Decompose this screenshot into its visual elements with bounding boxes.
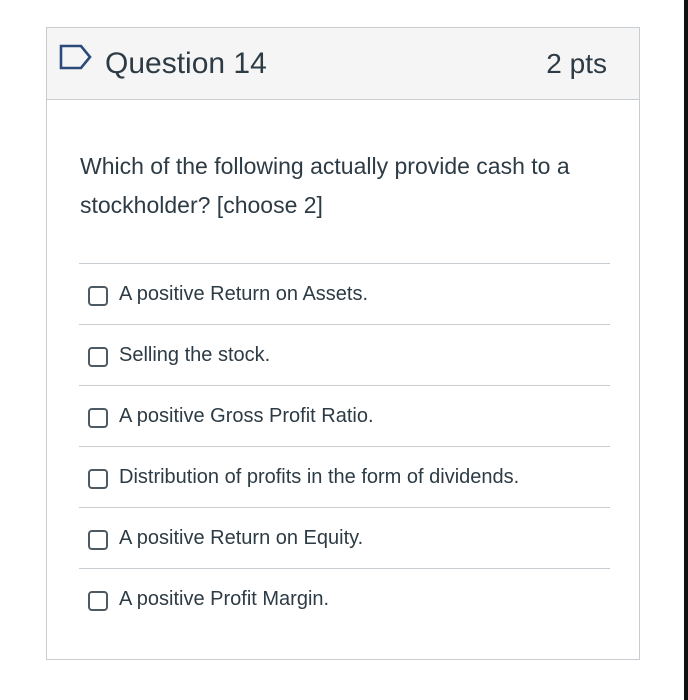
answer-checkbox[interactable] [88, 347, 108, 367]
question-card: Question 14 2 pts Which of the following… [46, 27, 640, 660]
answer-checkbox[interactable] [88, 469, 108, 489]
answer-checkbox[interactable] [88, 530, 108, 550]
answer-label[interactable]: Selling the stock. [119, 342, 270, 368]
answer-label[interactable]: A positive Gross Profit Ratio. [119, 403, 374, 429]
answer-option[interactable]: A positive Gross Profit Ratio. [79, 385, 610, 446]
answer-checkbox[interactable] [88, 286, 108, 306]
answer-label[interactable]: A positive Return on Assets. [119, 281, 368, 307]
answer-label[interactable]: A positive Return on Equity. [119, 525, 363, 551]
question-points: 2 pts [546, 48, 607, 79]
answer-list: A positive Return on Assets. Selling the… [79, 263, 610, 629]
question-header: Question 14 2 pts [47, 28, 639, 100]
answer-option[interactable]: A positive Profit Margin. [79, 568, 610, 629]
answer-option[interactable]: Distribution of profits in the form of d… [79, 446, 610, 507]
question-text: Which of the following actually provide … [80, 153, 570, 218]
window-edge [684, 0, 688, 700]
answer-option[interactable]: A positive Return on Assets. [79, 263, 610, 324]
answer-label[interactable]: Distribution of profits in the form of d… [119, 464, 519, 490]
answer-checkbox[interactable] [88, 591, 108, 611]
answer-checkbox[interactable] [88, 408, 108, 428]
answer-label[interactable]: A positive Profit Margin. [119, 586, 329, 612]
question-title: Question 14 [105, 47, 267, 80]
answer-option[interactable]: A positive Return on Equity. [79, 507, 610, 568]
answer-option[interactable]: Selling the stock. [79, 324, 610, 385]
flag-outline-icon[interactable] [59, 44, 93, 70]
